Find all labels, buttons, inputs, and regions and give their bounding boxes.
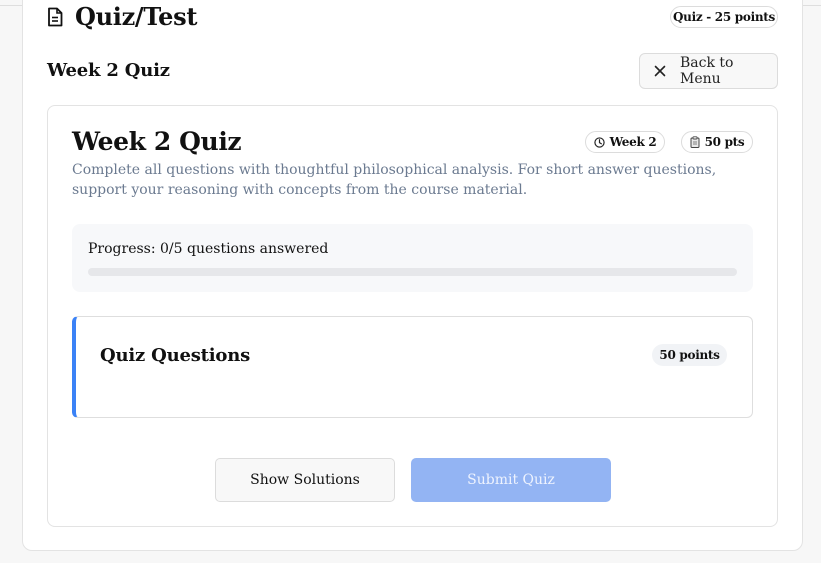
page-header: Quiz/Test bbox=[47, 2, 197, 31]
clipboard-icon bbox=[690, 136, 700, 148]
section-title: Week 2 Quiz bbox=[47, 60, 170, 81]
points-badge-label: 50 pts bbox=[704, 135, 745, 149]
submit-quiz-button[interactable]: Submit Quiz bbox=[411, 458, 611, 502]
quiz-title: Week 2 Quiz bbox=[72, 127, 242, 156]
questions-points-badge: 50 points bbox=[652, 344, 727, 366]
page-title: Quiz/Test bbox=[75, 2, 198, 31]
close-icon bbox=[654, 65, 666, 77]
back-to-menu-label: Back to Menu bbox=[680, 55, 734, 87]
clock-icon bbox=[593, 136, 605, 148]
quiz-questions-card bbox=[72, 316, 753, 418]
progress-label: Progress: 0/5 questions answered bbox=[88, 241, 329, 257]
back-to-menu-button[interactable]: Back to Menu bbox=[639, 53, 778, 89]
week-badge: Week 2 bbox=[585, 131, 665, 153]
document-icon bbox=[47, 4, 69, 30]
week-badge-label: Week 2 bbox=[609, 135, 657, 149]
show-solutions-button[interactable]: Show Solutions bbox=[215, 458, 395, 502]
points-badge: 50 pts bbox=[681, 131, 753, 153]
quiz-description: Complete all questions with thoughtful p… bbox=[72, 162, 717, 198]
quiz-questions-title: Quiz Questions bbox=[100, 345, 251, 366]
quiz-points-badge: Quiz - 25 points bbox=[670, 6, 778, 28]
progress-panel bbox=[72, 224, 753, 292]
progress-bar bbox=[88, 268, 737, 276]
